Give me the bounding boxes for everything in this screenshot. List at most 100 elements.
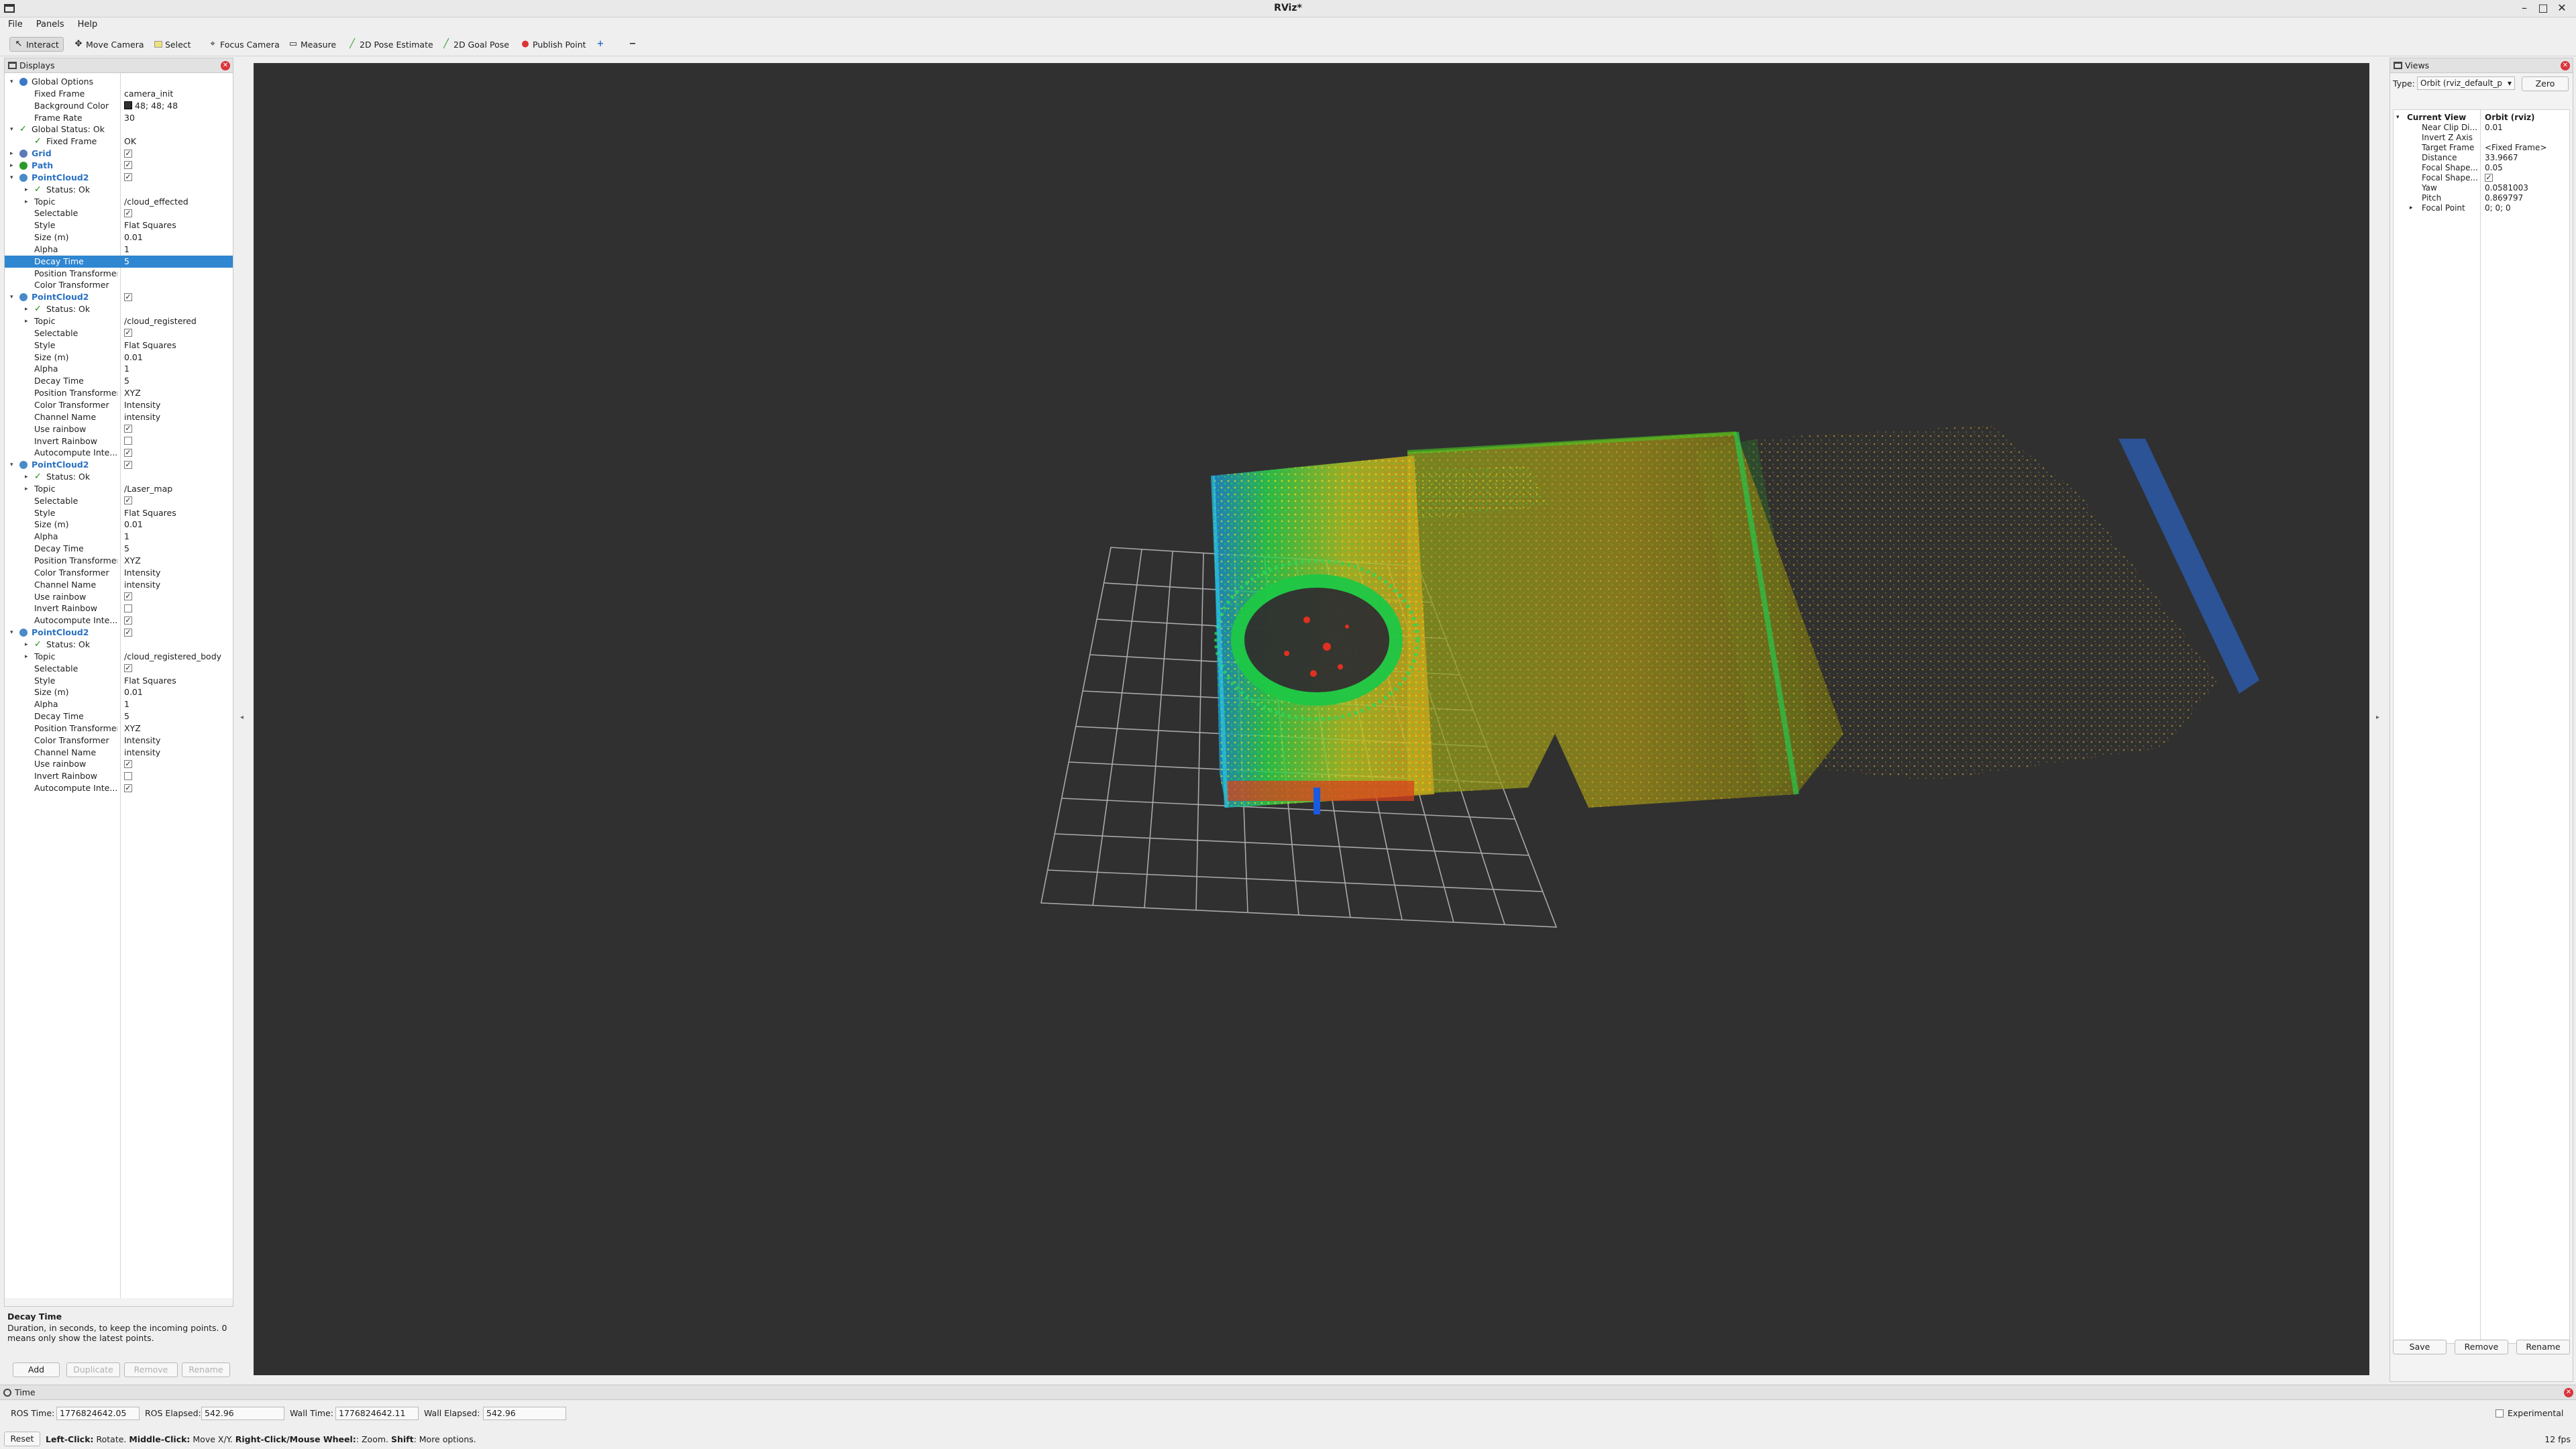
property-value[interactable]: ✓	[120, 459, 233, 471]
checkbox[interactable]: ✓	[124, 329, 132, 337]
property-value[interactable]: ✓	[120, 447, 233, 459]
property-value[interactable]: 5	[120, 543, 233, 555]
expand-right-icon[interactable]: ▸	[10, 148, 17, 160]
display-property-row[interactable]: Invert Rainbow	[5, 770, 233, 782]
current-view-row[interactable]: ▾ Current View Orbit (rviz)	[2394, 113, 2576, 123]
display-property-row[interactable]: Use rainbow ✓	[5, 591, 233, 603]
display-property-row[interactable]: Color Transformer	[5, 279, 233, 291]
display-property-row[interactable]: Color Transformer Intensity	[5, 567, 233, 579]
property-value[interactable]: ✓	[120, 614, 233, 627]
display-property-row[interactable]: Frame Rate 30	[5, 112, 233, 124]
display-property-row[interactable]: Size (m) 0.01	[5, 686, 233, 698]
expand-right-icon[interactable]: ▸	[10, 160, 17, 172]
display-property-row[interactable]: ▸ ✓ Status: Ok	[5, 184, 233, 196]
wall-time-field[interactable]: 1776824642.11	[335, 1407, 419, 1420]
display-property-row[interactable]: ▾ PointCloud2 ✓	[5, 291, 233, 303]
zero-button[interactable]: Zero	[2522, 76, 2569, 91]
property-value[interactable]: ✓	[120, 172, 233, 184]
checkbox[interactable]: ✓	[124, 161, 132, 170]
view-property-row[interactable]: ▸ Focal Point 0; 0; 0	[2394, 203, 2576, 213]
expand-right-icon[interactable]: ▸	[25, 196, 32, 208]
view-property-value[interactable]: 0; 0; 0	[2485, 203, 2572, 213]
property-value[interactable]	[120, 602, 233, 614]
display-property-row[interactable]: Alpha 1	[5, 244, 233, 256]
remove-view-button[interactable]: Remove	[2455, 1340, 2508, 1354]
property-value[interactable]: ✓	[120, 160, 233, 172]
display-property-row[interactable]: Invert Rainbow	[5, 602, 233, 614]
display-property-row[interactable]: Decay Time 5	[5, 375, 233, 387]
display-property-row[interactable]: Channel Name intensity	[5, 411, 233, 423]
checkbox[interactable]: ✓	[124, 496, 132, 505]
expand-right-icon[interactable]: ▸	[25, 184, 32, 196]
display-property-row[interactable]: Invert Rainbow	[5, 435, 233, 447]
property-value[interactable]: 5	[120, 375, 233, 387]
property-value[interactable]: Intensity	[120, 399, 233, 411]
property-value[interactable]: 1	[120, 531, 233, 543]
property-value[interactable]: ✓	[120, 758, 233, 770]
property-value[interactable]: intensity	[120, 411, 233, 423]
property-value[interactable]: /cloud_registered	[120, 315, 233, 327]
property-value[interactable]: Flat Squares	[120, 339, 233, 352]
checkbox[interactable]	[124, 604, 132, 612]
move-camera-tool[interactable]: ✥ Move Camera	[70, 37, 148, 52]
property-value[interactable]: ✓	[120, 291, 233, 303]
display-property-row[interactable]: Position Transformer XYZ	[5, 387, 233, 399]
property-value[interactable]: /cloud_registered_body	[120, 651, 233, 663]
add-tool-button[interactable]: +	[592, 37, 609, 52]
checkbox[interactable]: ✓	[124, 664, 132, 673]
display-property-row[interactable]: ▸ Topic/cloud_effected	[5, 196, 233, 208]
property-value[interactable]: ✓	[120, 495, 233, 507]
property-value[interactable]: camera_init	[120, 88, 233, 100]
rename-display-button[interactable]: Rename	[182, 1362, 230, 1377]
display-property-row[interactable]: Color Transformer Intensity	[5, 399, 233, 411]
display-property-row[interactable]: Alpha 1	[5, 698, 233, 710]
display-property-row[interactable]: Style Flat Squares	[5, 675, 233, 687]
property-value[interactable]: 0.01	[120, 352, 233, 364]
display-property-row[interactable]: ▸ ✓ Status: Ok	[5, 471, 233, 483]
color-swatch[interactable]	[124, 101, 132, 110]
display-property-row[interactable]: ▸ Topic/cloud_registered	[5, 315, 233, 327]
expand-right-icon[interactable]: ▸	[25, 471, 32, 483]
property-value[interactable]: Flat Squares	[120, 675, 233, 687]
display-property-row[interactable]: Selectable ✓	[5, 327, 233, 339]
property-value[interactable]	[120, 435, 233, 447]
expand-right-icon[interactable]: ▸	[25, 651, 32, 663]
rename-view-button[interactable]: Rename	[2516, 1340, 2570, 1354]
expand-right-icon[interactable]: ▸	[25, 639, 32, 651]
display-property-row[interactable]: Position Transformer XYZ	[5, 555, 233, 567]
property-value[interactable]: 0.01	[120, 231, 233, 244]
display-property-row[interactable]: ▸ ✓ Status: Ok	[5, 639, 233, 651]
menu-panels[interactable]: Panels	[28, 17, 70, 30]
view-property-value[interactable]: 0.01	[2485, 123, 2572, 133]
property-value[interactable]: ✓	[120, 627, 233, 639]
checkbox[interactable]: ✓	[124, 616, 132, 625]
property-value[interactable]: Flat Squares	[120, 507, 233, 519]
display-property-row[interactable]: Selectable ✓	[5, 663, 233, 675]
checkbox[interactable]: ✓	[124, 448, 132, 457]
display-property-row[interactable]: ▾ Global Options	[5, 76, 233, 88]
property-value[interactable]: ✓	[120, 663, 233, 675]
close-views-icon[interactable]: ✕	[2561, 61, 2570, 70]
display-property-row[interactable]: ▸ Path ✓	[5, 160, 233, 172]
property-value[interactable]: ✓	[120, 423, 233, 435]
checkbox[interactable]: ✓	[124, 209, 132, 217]
view-property-value[interactable]: 33.9667	[2485, 153, 2572, 163]
menu-file[interactable]: File	[0, 17, 28, 30]
display-property-row[interactable]: ▸ ✓ Status: Ok	[5, 303, 233, 315]
measure-tool[interactable]: ▭ Measure	[284, 37, 340, 52]
expand-right-icon[interactable]: ▸	[25, 303, 32, 315]
view-property-row[interactable]: Near Clip Di... 0.01	[2394, 123, 2576, 133]
display-property-row[interactable]: Decay Time 5	[5, 255, 233, 268]
display-property-row[interactable]: Alpha 1	[5, 531, 233, 543]
display-property-row[interactable]: Selectable ✓	[5, 207, 233, 219]
property-value[interactable]: XYZ	[120, 555, 233, 567]
property-value[interactable]: XYZ	[120, 387, 233, 399]
property-value[interactable]: intensity	[120, 747, 233, 759]
expand-right-icon[interactable]: ▸	[25, 483, 32, 495]
close-time-icon[interactable]: ✕	[2564, 1388, 2573, 1397]
view-property-row[interactable]: Pitch 0.869797	[2394, 193, 2576, 203]
expand-down-icon[interactable]: ▾	[10, 291, 17, 303]
display-property-row[interactable]: Size (m) 0.01	[5, 352, 233, 364]
display-property-row[interactable]: Channel Name intensity	[5, 747, 233, 759]
remove-display-button[interactable]: Remove	[124, 1362, 178, 1377]
